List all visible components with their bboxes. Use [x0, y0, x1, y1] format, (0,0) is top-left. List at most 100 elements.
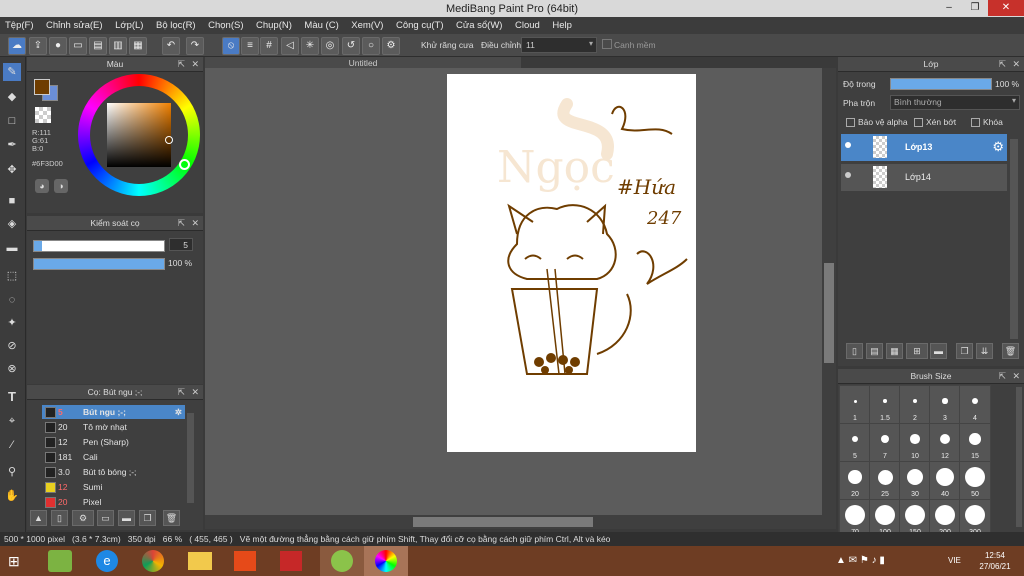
brush-size-option[interactable]: 50 [959, 461, 991, 500]
explorer-icon[interactable] [188, 552, 212, 570]
canvas-vertical-scrollbar[interactable] [822, 68, 836, 518]
merge-layer-icon[interactable]: ⇊ [976, 343, 993, 359]
folder-icon[interactable]: ▬ [118, 510, 135, 526]
chrome-icon[interactable] [142, 550, 164, 572]
trash-icon[interactable]: 🗑 [1002, 343, 1019, 359]
brush-item[interactable]: 12 Pen (Sharp) [42, 435, 185, 449]
ellipse-snap-icon[interactable]: ○ [362, 37, 380, 55]
curve-snap-icon[interactable]: ↺ [342, 37, 360, 55]
menu-help[interactable]: Help [547, 17, 577, 34]
layer-row[interactable]: Lớp14 [841, 164, 1007, 191]
gradient-tool-icon[interactable]: ▬ [3, 239, 21, 257]
duplicate-layer-icon[interactable]: ❐ [956, 343, 973, 359]
lasso-tool-icon[interactable]: ◌ [3, 291, 21, 309]
brush-item[interactable]: 3.0 Bút tô bóng ;-; [42, 465, 185, 479]
brush-size-option[interactable]: 10 [899, 423, 931, 462]
brush-size-option[interactable]: 4 [959, 385, 991, 424]
brush-size-option[interactable]: 30 [899, 461, 931, 500]
taskbar-app-medibang[interactable] [364, 546, 408, 576]
language-indicator[interactable]: VIE [948, 556, 961, 565]
brush-item[interactable]: 12 Sumi [42, 480, 185, 494]
undock-icon[interactable]: ⇱ [998, 369, 1006, 383]
canvas-horizontal-scrollbar[interactable] [205, 515, 836, 529]
new-layer-icon[interactable]: ▯ [846, 343, 863, 359]
minimize-button[interactable]: – [938, 0, 960, 16]
new-brush-icon[interactable]: ▯ [51, 510, 68, 526]
canvas-paper[interactable]: Ngọc #Hứa 247 [447, 74, 696, 452]
restore-button[interactable]: ❐ [964, 0, 986, 16]
no-snap-icon[interactable]: ⦸ [222, 37, 240, 55]
transparent-swatch[interactable] [35, 107, 51, 123]
brush-opacity-slider[interactable] [33, 258, 165, 270]
brush-size-option[interactable]: 1.5 [869, 385, 901, 424]
eye-icon[interactable] [845, 142, 851, 148]
new-8bit-layer-icon[interactable]: ▦ [886, 343, 903, 359]
fill-rect-tool-icon[interactable]: ■ [3, 192, 21, 210]
undock-icon[interactable]: ⇱ [177, 57, 185, 71]
menu-tools[interactable]: Công cụ(T) [391, 17, 449, 34]
cloud-icon[interactable]: ☁ [8, 37, 26, 55]
taskbar-app[interactable] [320, 546, 364, 576]
brush-size-option[interactable]: 15 [959, 423, 991, 462]
parallel-snap-icon[interactable]: ≡ [241, 37, 259, 55]
select-eraser-tool-icon[interactable]: ⊗ [3, 360, 21, 378]
palette-add-icon[interactable]: ◑ [54, 179, 68, 193]
clock[interactable]: 12:54 27/06/21 [975, 550, 1015, 572]
menu-filter[interactable]: Bộ lọc(R) [151, 17, 201, 34]
app-icon[interactable] [48, 550, 72, 572]
move-tool-icon[interactable]: ✥ [3, 161, 21, 179]
checkbox[interactable] [846, 118, 855, 128]
page-icon[interactable]: ▤ [89, 37, 107, 55]
brush-size-option[interactable]: 3 [929, 385, 961, 424]
undo-icon[interactable]: ↶ [162, 37, 180, 55]
duplicate-icon[interactable]: ❐ [139, 510, 156, 526]
menu-layer[interactable]: Lớp(L) [110, 17, 148, 34]
gear-icon[interactable]: ⚙ [992, 139, 1004, 155]
folder-icon[interactable]: ▬ [930, 343, 947, 359]
brush-size-option[interactable]: 20 [839, 461, 871, 500]
crosshair-snap-icon[interactable]: # [260, 37, 278, 55]
scroll-thumb[interactable] [824, 263, 834, 363]
brush-size-slider[interactable] [33, 240, 165, 252]
brush-size-option[interactable]: 25 [869, 461, 901, 500]
operation-tool-icon[interactable]: ⌖ [3, 412, 21, 430]
close-icon[interactable]: ✕ [191, 57, 199, 71]
menu-window[interactable]: Cửa sổ(W) [451, 17, 507, 34]
windows-start-icon[interactable]: ⊞ [8, 554, 24, 568]
brush-tool-icon[interactable]: ✎ [3, 63, 21, 81]
tray-icons[interactable]: ▲ ✉ ⚑ ♪ ▮ [836, 555, 885, 566]
select-tool-icon[interactable]: ⬚ [3, 267, 21, 285]
hue-picker-handle[interactable] [179, 159, 190, 170]
layer-row[interactable]: Lớp13 ⚙ [841, 134, 1007, 161]
menu-select[interactable]: Chọn(S) [203, 17, 248, 34]
brush-size-option[interactable]: 7 [869, 423, 901, 462]
eyedropper-tool-icon[interactable]: ⚲ [3, 463, 21, 481]
brush-size-value[interactable]: 5 [169, 238, 193, 251]
menu-view[interactable]: Xem(V) [346, 17, 388, 34]
brush-item[interactable]: 20 Pixel [42, 495, 185, 509]
close-button[interactable]: ✕ [988, 0, 1024, 16]
magic-wand-tool-icon[interactable]: ✦ [3, 314, 21, 332]
vanishing-point-icon[interactable]: ◁ [281, 37, 299, 55]
brush-item[interactable]: 5 Bút ngu ;-; ✲ [42, 405, 185, 419]
close-icon[interactable]: ✕ [191, 385, 199, 399]
brush-size-option[interactable]: 40 [929, 461, 961, 500]
undock-icon[interactable]: ⇱ [177, 216, 185, 230]
correction-select[interactable]: 11 ▾ [521, 37, 597, 53]
menu-cloud[interactable]: Cloud [510, 17, 545, 34]
shape-tool-icon[interactable]: □ [3, 112, 21, 130]
palette-icon[interactable]: ◕ [35, 179, 49, 193]
saturation-value-square[interactable] [107, 103, 171, 167]
brush-size-option[interactable]: 2 [899, 385, 931, 424]
layer-opacity-slider[interactable] [890, 78, 992, 90]
copy-brush-icon[interactable]: ▭ [97, 510, 114, 526]
powerpoint-icon[interactable] [234, 551, 256, 571]
menu-edit[interactable]: Chỉnh sửa(E) [41, 17, 108, 34]
add-brush-icon[interactable]: ▲ [30, 510, 47, 526]
circle-snap-icon[interactable]: ◎ [321, 37, 339, 55]
blend-mode-select[interactable]: Bình thường ▾ [890, 95, 1020, 110]
menu-file[interactable]: Tệp(F) [0, 17, 39, 34]
close-icon[interactable]: ✕ [191, 216, 199, 230]
bucket-tool-icon[interactable]: ◈ [3, 215, 21, 233]
menu-color[interactable]: Màu (C) [299, 17, 343, 34]
